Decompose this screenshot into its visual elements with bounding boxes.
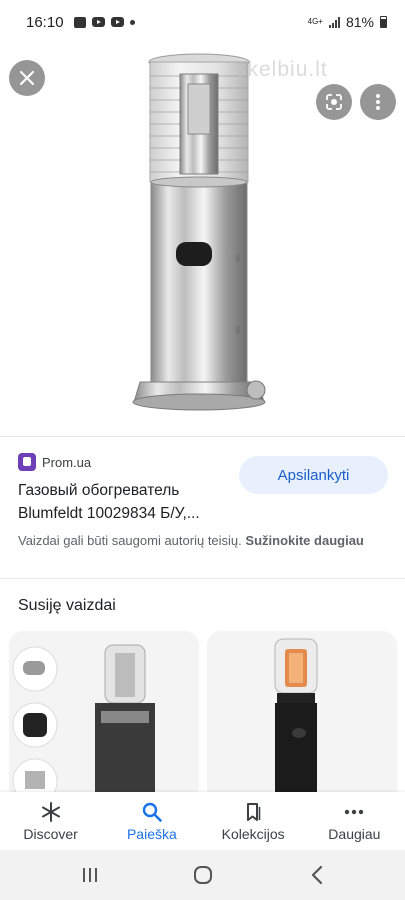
related-image-thumbnail[interactable]: [9, 631, 199, 792]
status-time: 16:10: [26, 13, 64, 31]
related-image-2: [274, 638, 318, 792]
nav-discover[interactable]: Discover: [0, 792, 101, 850]
status-bar: 16:10 4G+ 81%: [0, 0, 405, 44]
image-viewer[interactable]: skelbiu.lt: [0, 44, 405, 436]
related-image-thumbnail-2[interactable]: [207, 631, 397, 792]
signal-icon: [328, 16, 340, 28]
visit-button[interactable]: Apsilankyti: [239, 456, 388, 494]
related-images-title: Susiję vaizdai: [18, 597, 116, 614]
status-right: 4G+ 81%: [308, 14, 387, 30]
gallery-notification-icon: [73, 16, 86, 28]
source-name[interactable]: Prom.ua: [42, 455, 91, 470]
prom-logo-icon: [18, 453, 36, 471]
back-button[interactable]: [304, 863, 330, 887]
close-icon: [19, 70, 35, 86]
nav-label-discover: Discover: [23, 826, 78, 842]
close-button[interactable]: [9, 60, 45, 96]
more-horiz-icon: [343, 801, 365, 823]
nav-label-more: Daugiau: [328, 826, 381, 842]
battery-icon: [380, 16, 387, 28]
google-lens-icon: [326, 94, 342, 110]
result-title[interactable]: Газовый обогреватель Blumfeldt 10029834 …: [18, 479, 240, 525]
status-left: 16:10: [26, 14, 135, 31]
back-icon: [311, 865, 323, 885]
related-image-1: [12, 644, 155, 792]
copyright-notice: Vaizdai gali būti saugomi autorių teisių…: [18, 531, 388, 550]
search-icon: [141, 801, 163, 823]
bottom-navigation: Discover Paieška Kolekcijos Daugiau: [0, 792, 405, 850]
google-lens-button[interactable]: [316, 84, 352, 120]
network-type: 4G+: [307, 17, 323, 26]
recents-button[interactable]: [77, 863, 103, 887]
nav-more[interactable]: Daugiau: [304, 792, 405, 850]
more-notifications-dot-icon: [129, 19, 135, 25]
source-row[interactable]: Prom.ua: [18, 453, 91, 471]
more-vert-icon: [376, 94, 380, 110]
asterisk-icon: [40, 801, 62, 823]
system-navigation-bar: [0, 850, 405, 900]
nav-label-collections: Kolekcijos: [221, 826, 285, 842]
copyright-text: Vaizdai gali būti saugomi autorių teisių…: [18, 533, 242, 548]
nav-label-search: Paieška: [126, 826, 177, 842]
related-images-section: Susiję vaizdai: [0, 578, 405, 792]
learn-more-link[interactable]: Sužinokite daugiau: [245, 533, 363, 548]
watermark: skelbiu.lt: [236, 58, 328, 81]
recents-icon: [83, 868, 97, 882]
home-icon: [194, 866, 212, 884]
youtube-notification-icon-2: [110, 17, 124, 27]
more-options-button[interactable]: [360, 84, 396, 120]
nav-collections[interactable]: Kolekcijos: [203, 792, 304, 850]
result-info: Prom.ua Газовый обогреватель Blumfeldt 1…: [0, 436, 405, 578]
nav-search[interactable]: Paieška: [101, 792, 202, 850]
bookmark-icon: [242, 801, 264, 823]
home-button[interactable]: [190, 863, 216, 887]
battery-level: 81%: [345, 14, 374, 30]
youtube-notification-icon: [91, 17, 105, 27]
